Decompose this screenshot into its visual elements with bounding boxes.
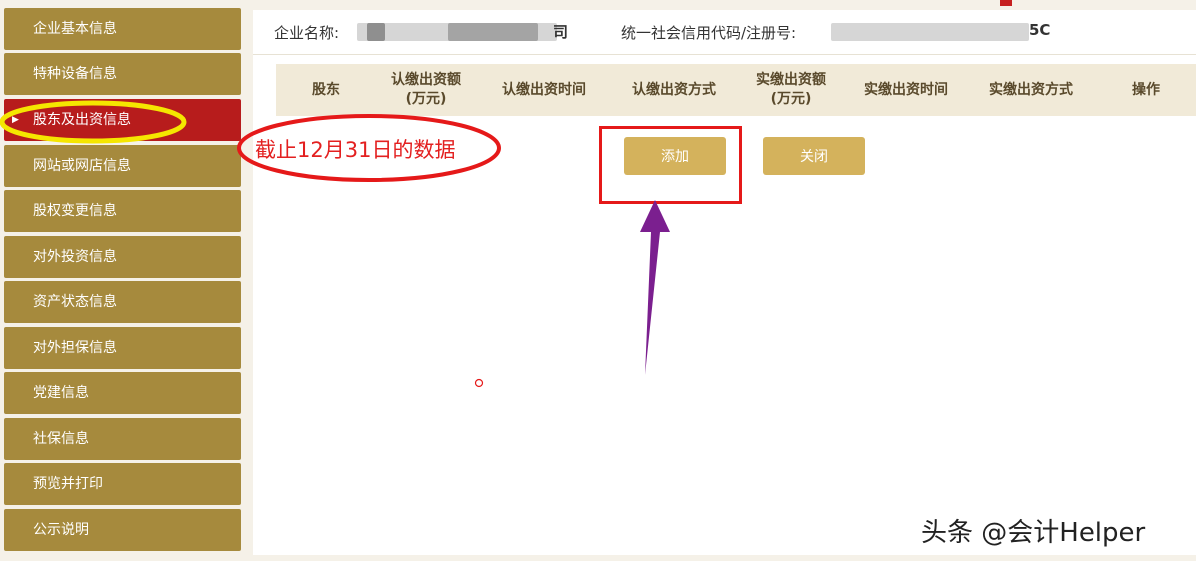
small-circle-mark xyxy=(474,378,484,388)
watermark: 头条 @会计Helper xyxy=(921,518,1146,548)
arrow-icon xyxy=(640,200,670,375)
annotation-overlay xyxy=(0,100,670,388)
highlight-ellipse xyxy=(0,100,187,144)
note-circle xyxy=(237,114,501,182)
